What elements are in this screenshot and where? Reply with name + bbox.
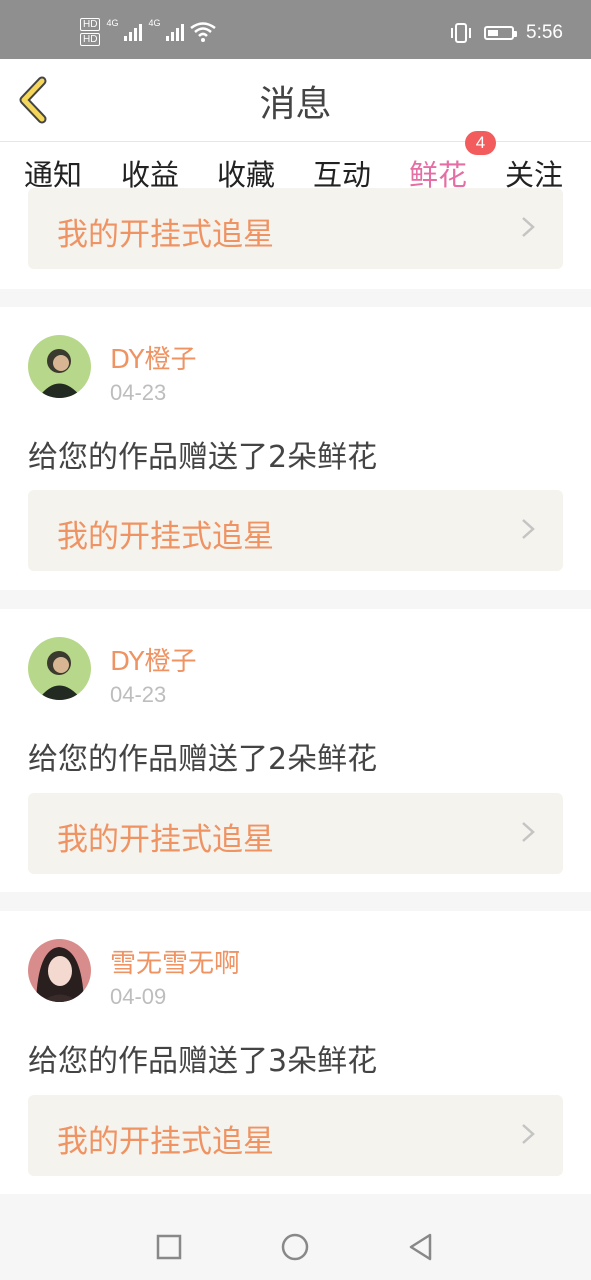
hd-label-2: HD <box>80 33 101 46</box>
work-link[interactable]: 我的开挂式追星 <box>28 490 563 571</box>
chevron-right-icon <box>522 217 535 237</box>
system-nav-bar <box>0 1213 591 1280</box>
username[interactable]: DY橙子 <box>110 339 196 376</box>
vibrate-icon <box>451 23 472 43</box>
work-title: 我的开挂式追星 <box>57 217 274 253</box>
page-title: 消息 <box>259 84 332 125</box>
signal-icon <box>124 23 143 41</box>
work-link[interactable]: 我的开挂式追星 <box>28 188 563 269</box>
unread-badge: 4 <box>465 131 496 155</box>
chevron-right-icon <box>522 519 535 539</box>
message-card: DY橙子 04-23 给您的作品赠送了2朵鲜花 我的开挂式追星 <box>0 307 591 590</box>
status-left: HD HD 4G 4G <box>80 18 217 46</box>
hd-indicator: HD HD <box>80 18 101 46</box>
message-date: 04-23 <box>110 682 167 707</box>
work-link[interactable]: 我的开挂式追星 <box>28 1095 563 1176</box>
status-bar: HD HD 4G 4G 5:56 <box>0 0 591 59</box>
work-title: 我的开挂式追星 <box>57 1124 274 1160</box>
avatar[interactable] <box>28 335 91 398</box>
message-date: 04-23 <box>110 380 167 405</box>
message-text: 给您的作品赠送了2朵鲜花 <box>28 440 378 475</box>
message-card: DY橙子 04-23 给您的作品赠送了2朵鲜花 我的开挂式追星 <box>0 609 591 892</box>
work-link[interactable]: 我的开挂式追星 <box>28 793 563 874</box>
chevron-right-icon <box>522 1124 535 1144</box>
signal-icon-2 <box>166 23 185 41</box>
avatar[interactable] <box>28 637 91 700</box>
status-time: 5:56 <box>526 22 563 43</box>
avatar[interactable] <box>28 939 91 1002</box>
message-card: 雪无雪无啊 04-09 给您的作品赠送了3朵鲜花 我的开挂式追星 <box>0 911 591 1194</box>
work-title: 我的开挂式追星 <box>57 822 274 858</box>
message-text: 给您的作品赠送了3朵鲜花 <box>28 1044 378 1079</box>
circle-icon[interactable] <box>279 1231 311 1263</box>
back-triangle-icon[interactable] <box>405 1231 437 1263</box>
username[interactable]: 雪无雪无啊 <box>110 943 240 980</box>
work-title: 我的开挂式追星 <box>57 519 274 555</box>
network-label-2: 4G <box>148 18 161 28</box>
battery-icon <box>484 26 518 40</box>
square-icon[interactable] <box>153 1231 185 1263</box>
message-date: 04-09 <box>110 984 167 1009</box>
network-label: 4G <box>106 18 119 28</box>
header: 消息 <box>0 59 591 142</box>
chevron-right-icon <box>522 822 535 842</box>
wifi-icon <box>190 22 217 42</box>
hd-label: HD <box>80 18 101 31</box>
message-card-partial: 我的开挂式追星 <box>0 188 591 289</box>
message-text: 给您的作品赠送了2朵鲜花 <box>28 742 378 777</box>
status-right: 5:56 <box>450 22 563 44</box>
username[interactable]: DY橙子 <box>110 641 196 678</box>
